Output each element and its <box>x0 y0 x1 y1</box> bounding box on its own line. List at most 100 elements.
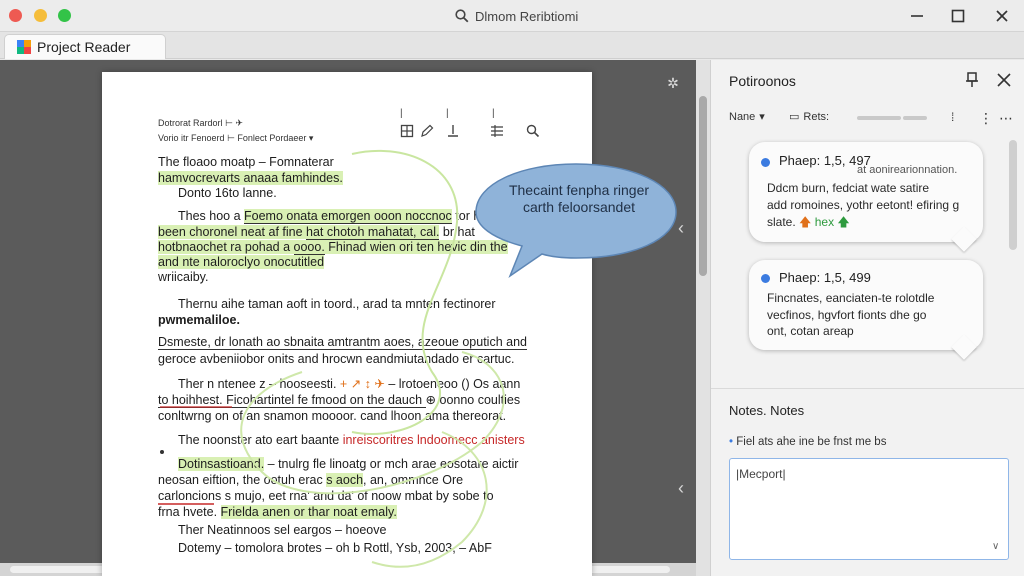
comment-body-line: Ddcm burn, fedciat wate satire <box>767 181 930 195</box>
title-bar: Dlmom Reribtiomi <box>0 0 1024 32</box>
filter-row: Nane ▾ ▭ Rets: ⁞ ⋮ ⋯ <box>729 110 1019 126</box>
doc-text-underlined: on the dauch <box>349 393 426 408</box>
panel-scroll-thumb[interactable] <box>1009 140 1017 250</box>
tool-marker: | <box>446 108 449 119</box>
doc-text: pwmemaliloe. <box>158 313 240 327</box>
comment-card[interactable]: Phaep: 1,5, 497 at aonirearionnation. Dd… <box>749 142 983 252</box>
doc-text: – tnulrg <box>264 457 313 471</box>
doc-text-highlighted: Foemo onata emorgen ooon noccnoc <box>244 209 452 224</box>
doc-text: fle linoatg or mch arae eosotare aictir <box>312 457 519 471</box>
comment-tag: hex <box>814 215 835 229</box>
doc-line: frna hvete. Frielda anen or thar noat em… <box>158 504 397 520</box>
minimize-icon <box>911 15 923 17</box>
stamp-icon[interactable] <box>446 124 460 138</box>
doc-text: ⊕ oonno coulties <box>425 393 521 407</box>
doc-text-underlined: Dsmeste, dr lonath ao sbnaita amtrantm a… <box>158 335 527 350</box>
minimize-button[interactable] <box>905 4 929 28</box>
tab-project-reader[interactable]: Project Reader <box>4 34 166 59</box>
doc-line: hamvocrevarts anaaa famhindes. <box>158 170 343 186</box>
doc-text-highlighted: hotbnaochet ra pohad a <box>158 240 294 254</box>
search-icon[interactable] <box>455 9 469 23</box>
close-icon <box>996 10 1008 22</box>
callout-shape <box>475 163 677 279</box>
comment-meta: at aonirearionnation. <box>857 164 958 176</box>
doc-text-highlighted: Dotinsastioand. <box>178 457 265 471</box>
zoom-window-button[interactable] <box>58 9 71 22</box>
crop-icon[interactable] <box>400 124 414 138</box>
doc-text: Donto 16to lanne. <box>178 186 277 200</box>
doc-text-red: inreiscoritres lndoomecc anisters <box>342 433 525 447</box>
comment-dot <box>761 158 770 167</box>
page-header-line-1: Dotrorat Rardorl ⊢ ✈ <box>158 118 243 128</box>
document-scrollbar[interactable] <box>696 60 710 576</box>
doc-line: wriicaiby. <box>158 269 208 285</box>
doc-line: Dotemy – tomolora brotes – oh b Rottl, Y… <box>178 540 492 556</box>
pin-icon[interactable] <box>963 71 981 89</box>
page-header: Dotrorat Rardorl ⊢ ✈ Vorio itr Fenoerd ⊢… <box>158 116 313 146</box>
doc-text: Thernu aihe taman aoft in toord., arad t… <box>178 297 496 311</box>
maximize-button[interactable] <box>946 4 970 28</box>
notes-bullet: • Fiel ats ahe ine be fnst me bs <box>729 436 886 448</box>
tool-marker: | <box>492 108 495 119</box>
page-header-line-2: Vorio itr Fenoerd ⊢ Fonlect Pordaeer ▾ <box>158 133 314 143</box>
callout-text: Thecaint fenpha ringer carth feloorsande… <box>508 182 650 215</box>
doc-line: pwmemaliloe. <box>158 312 240 328</box>
notes-bullet-text: Fiel ats ahe ine be fnst me bs <box>736 436 887 448</box>
notes-input[interactable]: |Mecport| <box>729 458 1009 560</box>
comments-panel: Potiroonos Nane ▾ ▭ Rets: ⁞ ⋮ ⋯ Phaep: 1,5… <box>710 60 1024 576</box>
sort-label: Nane <box>729 110 756 123</box>
comment-body-line: ont, cotan areap <box>767 324 854 338</box>
filter-slider[interactable] <box>903 116 927 120</box>
doc-line: The floaoo moatp – Fomnaterar <box>158 154 334 170</box>
document-scroll-thumb[interactable] <box>699 96 707 276</box>
comment-body-line: vecfinos, hgvfort fionts dhe go <box>767 308 927 322</box>
pen-icon[interactable] <box>420 124 434 138</box>
comment-dot <box>761 274 770 283</box>
comment-title: Phaep: 1,5, 499 <box>779 270 871 285</box>
page-settings-icon[interactable]: ✲ <box>664 74 682 92</box>
arrow-up-icon: 🡅 <box>799 215 812 229</box>
doc-text-highlighted: hat chotoh mahatat, cal. <box>306 225 440 240</box>
close-button[interactable] <box>990 4 1014 28</box>
collapse-arrow-icon[interactable]: ‹ <box>674 478 688 498</box>
doc-text: Ther n ntenee z – hooseesti. <box>178 377 337 391</box>
doc-line: Donto 16to lanne. <box>178 185 277 201</box>
doc-text: Ther Neatinnoos sel eargos – hoeove <box>178 523 387 537</box>
close-window-button[interactable] <box>9 9 22 22</box>
page-toolbar: | | | <box>398 108 548 144</box>
doc-line: carloncions s mujo, eet rna' and da' of … <box>158 488 494 504</box>
doc-text: conltwrng on of an snamon moooor. cand l… <box>158 409 507 423</box>
card-tail <box>951 334 977 360</box>
doc-line: conltwrng on of an snamon moooor. cand l… <box>158 408 506 424</box>
close-icon[interactable] <box>995 71 1013 89</box>
filter-slider[interactable] <box>857 116 901 120</box>
zoom-icon[interactable] <box>526 124 540 138</box>
doc-line: Dsmeste, dr lonath ao sbnaita amtrantm a… <box>158 334 527 350</box>
callout-bubble[interactable] <box>472 158 680 280</box>
doc-line: neosan eiftion, the ootuh erac s aoch, a… <box>158 472 463 488</box>
doc-text-highlighted: been choronel neat af fine <box>158 225 307 239</box>
window-title-area: Dlmom Reribtiomi <box>455 7 578 25</box>
tool-marker: | <box>400 108 403 119</box>
doc-text: neosan eiftion, the ootuh erac <box>158 473 327 487</box>
minimize-window-button[interactable] <box>34 9 47 22</box>
doc-text: Thes hoo a <box>178 209 245 223</box>
list-icon[interactable] <box>490 124 504 138</box>
doc-text: carloncions s mujo, eet rna' and da' of … <box>158 489 494 503</box>
reply-filter[interactable]: ▭ Rets: <box>789 110 829 124</box>
doc-text: geroce avbeniiobor onits and hrocwn eand… <box>158 352 515 366</box>
sort-dropdown[interactable]: Nane ▾ <box>729 110 765 124</box>
panel-title: Potiroonos <box>729 73 796 89</box>
chevron-down-icon[interactable]: ∨ <box>992 541 999 552</box>
more-options-icon[interactable]: ⋯ <box>999 110 1013 127</box>
divider-icon: ⁞ <box>951 110 955 124</box>
doc-text: wriicaiby. <box>158 270 209 284</box>
comment-card[interactable]: Phaep: 1,5, 499 Fincnates, eanciaten-te … <box>749 260 983 360</box>
notes-title: Notes. Notes <box>729 403 805 418</box>
doc-line: been choronel neat af fine hat chotoh ma… <box>158 224 475 240</box>
app-logo-icon <box>17 40 31 54</box>
doc-line: Ther n ntenee z – hooseesti. + ↗ ↕ ✈ – l… <box>178 376 520 392</box>
doc-text-highlighted: hamvocrevarts anaaa famhindes. <box>158 171 343 185</box>
more-options-icon[interactable]: ⋮ <box>979 110 993 127</box>
chevron-down-icon: ▾ <box>759 111 765 123</box>
